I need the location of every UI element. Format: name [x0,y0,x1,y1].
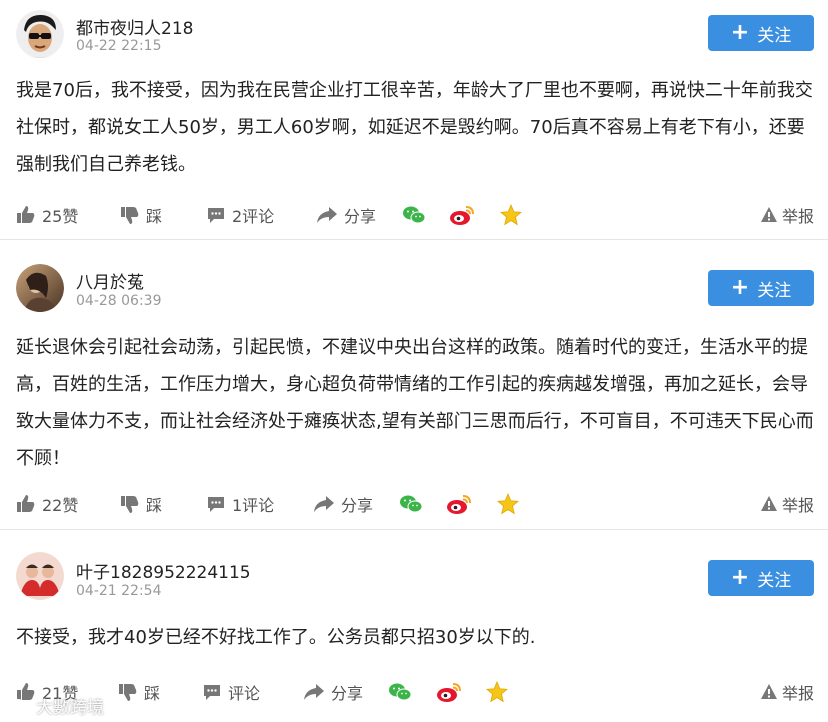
like-button[interactable]: 25赞 [16,203,78,227]
like-count: 22赞 [42,496,79,515]
wechat-share-button[interactable] [402,205,426,225]
username[interactable]: 八月於菟 [76,268,144,293]
dislike-label: 踩 [146,207,163,226]
report-button[interactable]: 举报 [760,203,814,227]
share-arrow-icon [317,207,337,223]
dislike-button[interactable]: 踩 [120,492,162,516]
person-photo-avatar-icon [16,264,64,312]
weibo-icon [450,206,474,225]
star-icon [497,493,519,515]
wechat-icon [403,206,426,224]
thumbs-down-icon [119,684,137,701]
follow-label: 关注 [757,25,792,46]
speech-bubble-icon [208,497,224,512]
avatar[interactable] [16,10,64,58]
cartoon-man-avatar-icon [16,10,64,58]
thumbs-up-icon [17,495,35,512]
report-label: 举报 [781,207,814,226]
comment-text: 我是70后，我不接受，因为我在民营企业打工很辛苦，年龄大了厂里也不要啊，再说快二… [16,80,813,175]
comment-item: 八月於菟 04-28 06:39 + 关注 延长退休会引起社会动荡，引起民愤，不… [0,240,828,530]
like-button[interactable]: 22赞 [16,492,78,516]
warning-icon [760,684,777,699]
dislike-label: 踩 [146,496,163,515]
comment-item: 叶子1828952224115 04-21 22:54 + 关注 不接受，我才4… [0,530,828,722]
share-arrow-icon [304,684,324,700]
comment-feed: 都市夜归人218 04-22 22:15 + 关注 我是70后，我不接受，因为我… [0,0,828,722]
report-label: 举报 [781,496,814,515]
action-bar: 25赞 踩 2评论 分享 举报 [16,203,814,227]
action-bar: 21赞 踩 评论 分享 举报 [16,680,814,704]
follow-label: 关注 [757,570,792,591]
warning-icon [760,496,777,511]
comment-count: 2评论 [232,207,275,226]
thumbs-up-icon [17,206,35,223]
thumbs-down-icon [121,207,139,224]
follow-button[interactable]: + 关注 [708,270,814,306]
share-label: 分享 [331,684,364,703]
wechat-icon [400,495,423,513]
comment-item: 都市夜归人218 04-22 22:15 + 关注 我是70后，我不接受，因为我… [0,0,828,240]
favorite-button[interactable] [497,493,519,515]
speech-bubble-icon [204,685,220,700]
weibo-icon [437,683,461,702]
report-label: 举报 [781,684,814,703]
share-button[interactable]: 分享 [313,492,373,516]
comment-count: 1评论 [232,496,275,515]
watermark: 大數跨境 [10,693,104,718]
dislike-button[interactable]: 踩 [120,203,162,227]
favorite-button[interactable] [486,681,508,703]
star-icon [500,204,522,226]
weibo-share-button[interactable] [436,681,462,703]
share-button[interactable]: 分享 [303,680,363,704]
plus-icon: + [730,275,750,300]
group-photo-avatar-icon [16,552,64,600]
report-button[interactable]: 举报 [760,680,814,704]
thumbs-down-icon [121,496,139,513]
favorite-button[interactable] [500,204,522,226]
comment-time: 04-21 22:54 [76,583,162,599]
report-button[interactable]: 举报 [760,492,814,516]
star-icon [486,681,508,703]
comment-count: 评论 [228,684,261,703]
dislike-label: 踩 [144,684,161,703]
follow-label: 关注 [757,280,792,301]
wechat-share-button[interactable] [388,682,412,702]
weibo-icon [447,495,471,514]
wechat-icon [389,683,412,701]
wechat-share-button[interactable] [399,494,423,514]
dislike-button[interactable]: 踩 [118,680,160,704]
follow-button[interactable]: + 关注 [708,15,814,51]
avatar[interactable] [16,264,64,312]
avatar[interactable] [16,552,64,600]
warning-icon [760,207,777,222]
weibo-share-button[interactable] [446,493,472,515]
share-button[interactable]: 分享 [316,203,376,227]
comment-time: 04-28 06:39 [76,293,162,309]
comment-time: 04-22 22:15 [76,38,162,54]
share-label: 分享 [344,207,377,226]
comment-text: 延长退休会引起社会动荡，引起民愤，不建议中央出台这样的政策。随着时代的变迁，生活… [16,337,814,469]
weibo-share-button[interactable] [449,204,475,226]
like-count: 25赞 [42,207,79,226]
comment-button[interactable]: 1评论 [206,492,274,516]
plus-icon: + [730,565,750,590]
share-label: 分享 [341,496,374,515]
plus-icon: + [730,20,750,45]
action-bar: 22赞 踩 1评论 分享 举报 [16,492,814,516]
share-arrow-icon [314,496,334,512]
comment-button[interactable]: 评论 [202,680,260,704]
username[interactable]: 都市夜归人218 [76,14,193,39]
username[interactable]: 叶子1828952224115 [76,558,251,583]
watermark-logo-icon [11,698,30,713]
speech-bubble-icon [208,208,224,223]
watermark-text: 大數跨境 [36,698,104,718]
comment-button[interactable]: 2评论 [206,203,274,227]
follow-button[interactable]: + 关注 [708,560,814,596]
comment-text: 不接受，我才40岁已经不好找工作了。公务员都只招30岁以下的. [16,627,536,648]
